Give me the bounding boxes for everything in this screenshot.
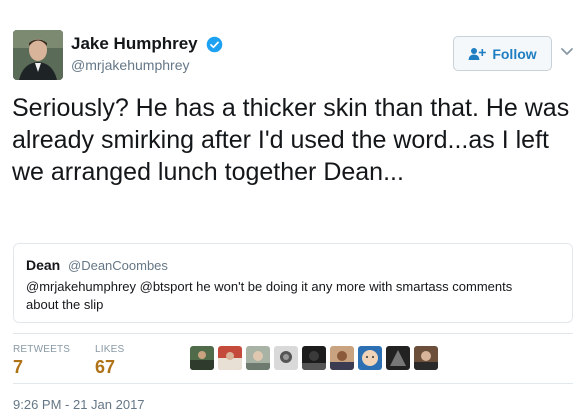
liker-avatar[interactable] — [190, 346, 214, 370]
tweet-text: Seriously? He has a thicker skin than th… — [12, 94, 570, 186]
liker-avatar[interactable] — [302, 346, 326, 370]
liker-avatar[interactable] — [386, 346, 410, 370]
retweets-count[interactable]: 7 — [13, 357, 23, 378]
quoted-tweet-text: @mrjakehumphrey @btsport he won't be doi… — [26, 279, 513, 312]
quoted-tweet[interactable]: Dean @DeanCoombes @mrjakehumphrey @btspo… — [13, 243, 573, 323]
liker-avatar[interactable] — [274, 346, 298, 370]
retweets-label[interactable]: RETWEETS — [13, 344, 70, 355]
follow-button[interactable]: Follow — [453, 36, 552, 71]
liker-avatars — [190, 346, 438, 370]
divider — [13, 383, 573, 384]
verified-badge-icon — [206, 36, 223, 53]
add-user-icon — [468, 47, 487, 60]
author-avatar[interactable] — [13, 30, 63, 80]
follow-button-label: Follow — [492, 45, 537, 62]
liker-avatar[interactable] — [246, 346, 270, 370]
liker-avatar[interactable] — [414, 346, 438, 370]
likes-count[interactable]: 67 — [95, 357, 115, 378]
liker-avatar[interactable] — [330, 346, 354, 370]
chevron-down-icon[interactable] — [560, 44, 574, 60]
liker-avatar[interactable] — [358, 346, 382, 370]
likes-label[interactable]: LIKES — [95, 344, 124, 355]
author-handle[interactable]: @mrjakehumphrey — [71, 57, 189, 74]
author-name[interactable]: Jake Humphrey — [71, 34, 198, 54]
liker-avatar[interactable] — [218, 346, 242, 370]
divider — [13, 333, 573, 334]
tweet-timestamp[interactable]: 9:26 PM - 21 Jan 2017 — [13, 397, 145, 412]
quoted-author-name: Dean — [26, 257, 61, 273]
quoted-author-handle: @DeanCoombes — [68, 258, 168, 273]
